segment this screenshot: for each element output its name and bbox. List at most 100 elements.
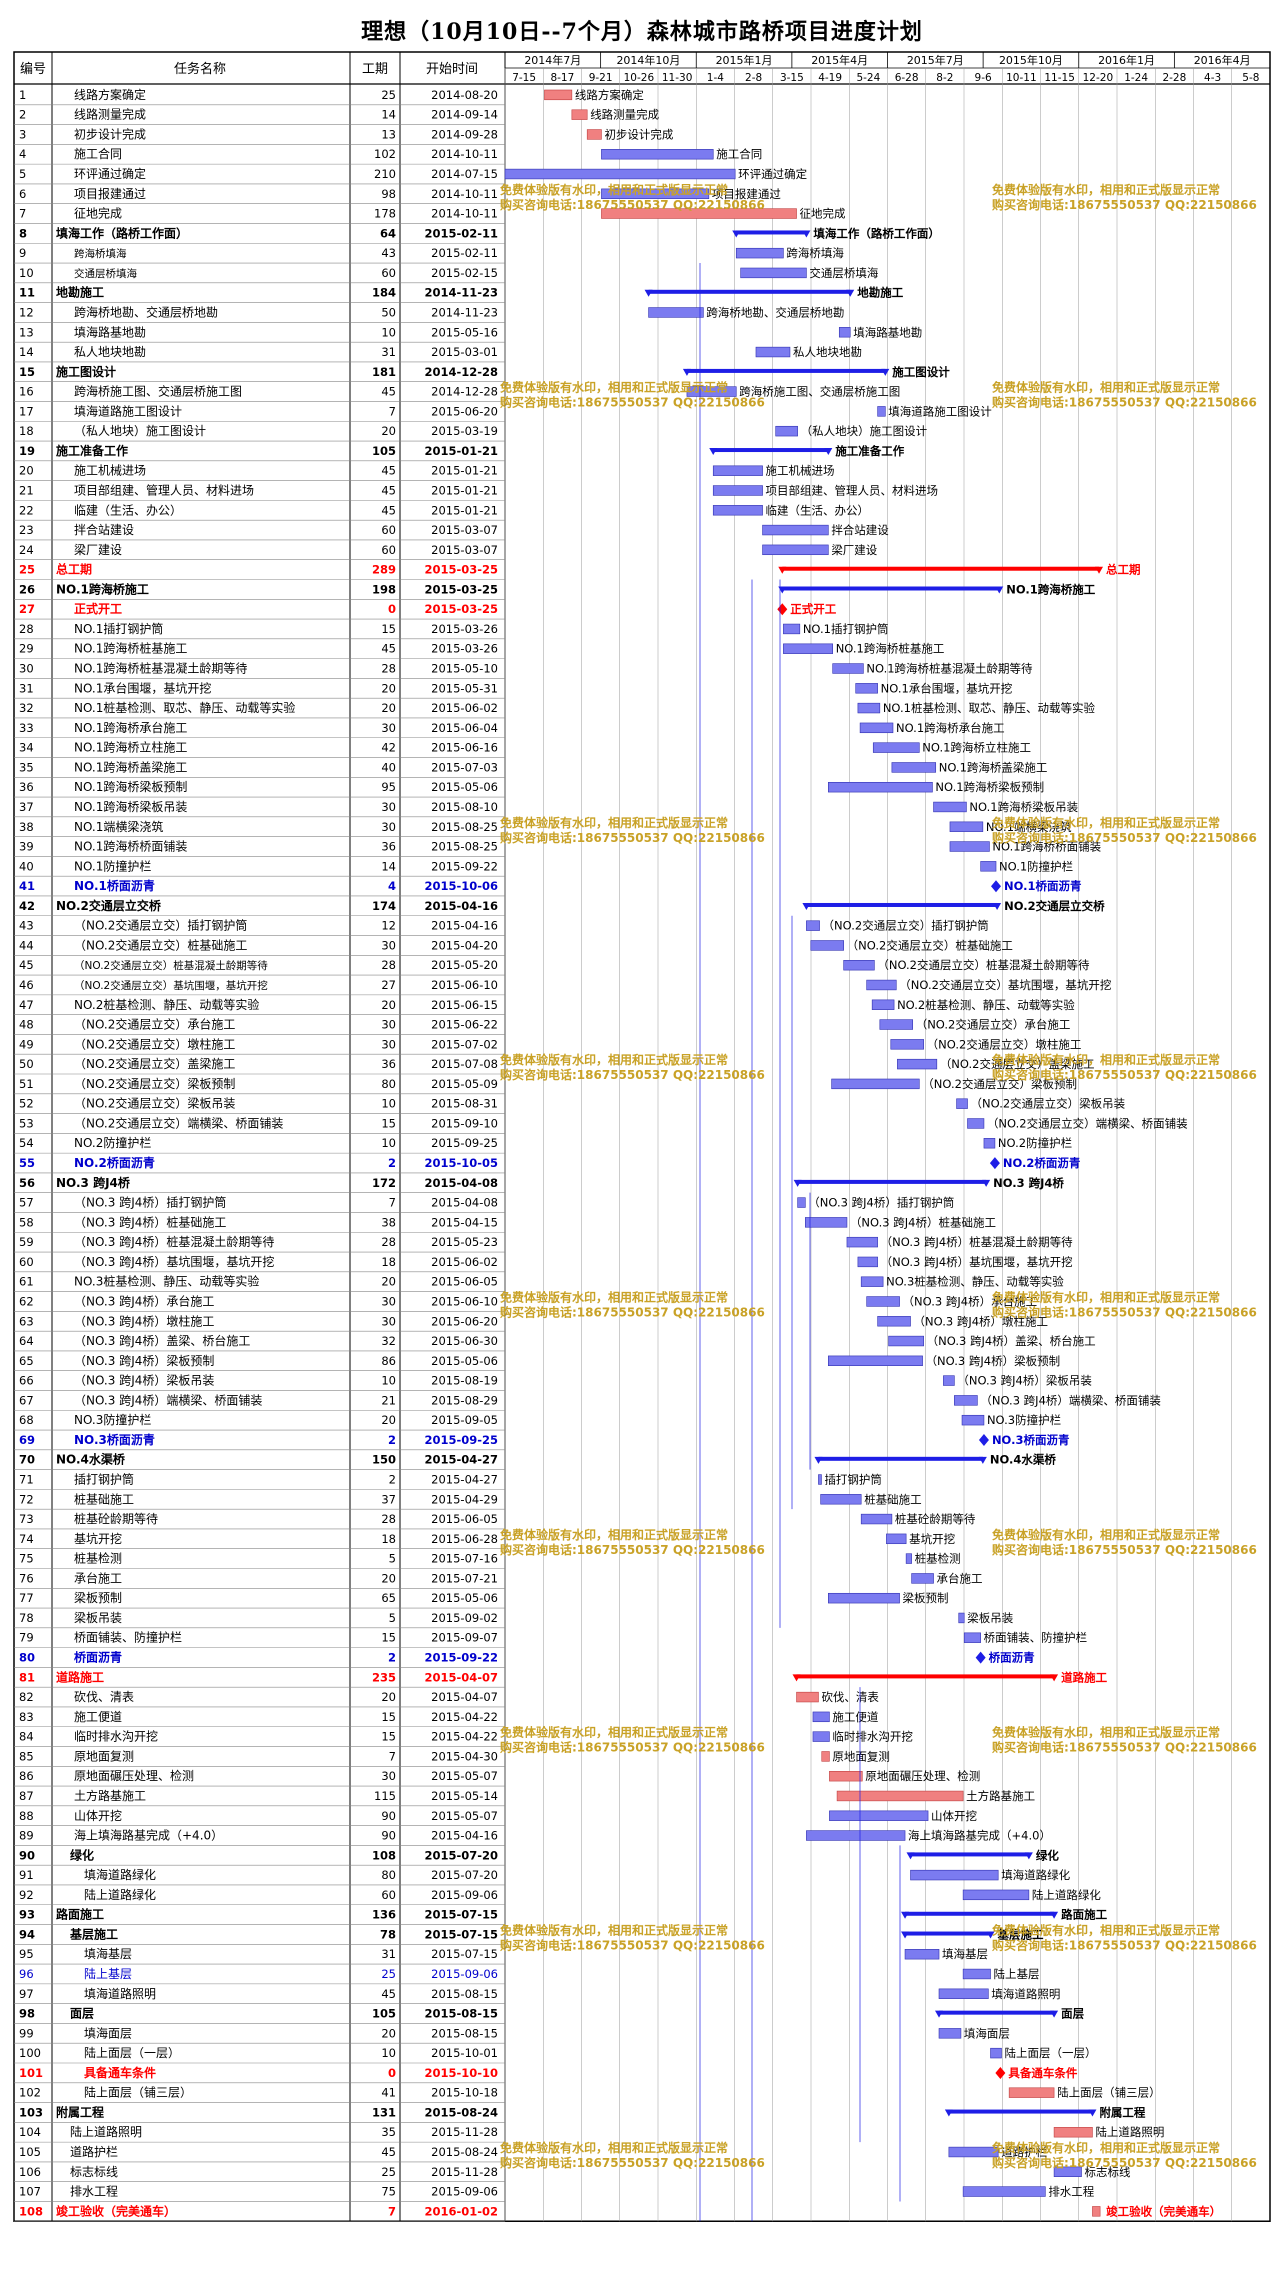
task-duration: 20: [381, 1571, 396, 1585]
gantt-bar-label: （NO.3 跨J4桥）桩基混凝土龄期等待: [881, 1235, 1074, 1249]
task-start: 2015-01-21: [431, 503, 498, 517]
task-id: 65: [19, 1354, 34, 1368]
task-duration: 20: [381, 701, 396, 715]
gantt-bar: [886, 1533, 907, 1545]
task-id: 25: [19, 563, 35, 577]
task-start: 2015-04-16: [431, 919, 498, 933]
task-duration: 36: [381, 1057, 396, 1071]
timeline-tick-label: 7-15: [512, 72, 536, 84]
task-start: 2015-09-07: [431, 1631, 498, 1645]
task-id: 6: [19, 187, 26, 201]
task-start: 2015-05-07: [431, 1809, 498, 1823]
task-start: 2015-07-16: [431, 1552, 498, 1566]
task-start: 2015-03-25: [424, 582, 498, 596]
gantt-bar: [933, 801, 967, 813]
task-duration: 131: [372, 2105, 396, 2119]
task-duration: 20: [381, 1275, 396, 1289]
task-start: 2015-08-24: [424, 2105, 498, 2119]
task-duration: 35: [381, 2125, 396, 2139]
gantt-bar-label: 桩基础施工: [864, 1492, 922, 1506]
gantt-summary-bar: [797, 1179, 987, 1184]
task-id: 94: [19, 1927, 35, 1941]
gantt-summary-bar: [905, 1911, 1055, 1916]
task-duration: 172: [372, 1176, 396, 1190]
gantt-bar-label: 填海道路绿化: [1001, 1868, 1070, 1882]
task-id: 16: [19, 385, 34, 399]
timeline-period-label: 2014年10月: [616, 53, 680, 67]
watermark-text: 购买咨询电话:18675550537 QQ:22150866: [992, 1067, 1257, 1082]
task-id: 24: [19, 543, 34, 557]
gantt-summary-bar: [736, 230, 807, 235]
gantt-bar-label: 山体开挖: [931, 1809, 977, 1823]
task-start: 2015-03-26: [431, 642, 498, 656]
gantt-bar: [846, 1236, 878, 1248]
watermark-text: 免费体验版有水印，相用和正式版显示正常: [992, 1725, 1220, 1740]
gantt-bar: [857, 1256, 878, 1268]
task-name: 桩基础施工: [74, 1491, 134, 1506]
gantt-bar-label: 梁厂建设: [831, 543, 877, 557]
task-id: 85: [19, 1749, 34, 1763]
task-start: 2015-04-27: [431, 1472, 498, 1486]
task-duration: 20: [381, 1690, 396, 1704]
gantt-bar: [871, 999, 895, 1010]
task-duration: 30: [381, 1769, 396, 1783]
task-duration: 198: [372, 582, 396, 596]
task-duration: 115: [374, 1789, 396, 1803]
gantt-summary-bar: [905, 1931, 991, 1936]
watermark-text: 免费体验版有水印，相用和正式版显示正常: [500, 1052, 728, 1067]
gantt-bar: [954, 1395, 978, 1406]
task-name: NO.1跨海桥盖梁施工: [74, 759, 187, 774]
gantt-bar: [712, 505, 763, 516]
gantt-bar-label: NO.1桥面沥青: [1004, 879, 1082, 893]
task-duration: 2: [389, 1472, 396, 1486]
task-name: 征地完成: [74, 206, 122, 221]
watermark-text: 免费体验版有水印，相用和正式版显示正常: [992, 1052, 1220, 1067]
gantt-bar: [832, 663, 864, 674]
task-id: 60: [19, 1255, 34, 1269]
gantt-bar-label: （NO.3 跨J4桥）梁板吊装: [957, 1374, 1092, 1388]
gantt-bar: [755, 346, 791, 358]
task-duration: 289: [372, 563, 396, 577]
task-duration: 15: [381, 1116, 396, 1130]
task-name: NO.1跨海桥承台施工: [74, 720, 187, 735]
task-id: 95: [19, 1947, 34, 1961]
gantt-bar: [962, 2186, 1046, 2197]
gantt-milestone: [991, 880, 1002, 893]
task-name: NO.2桥面沥青: [74, 1155, 155, 1170]
gantt-bar: [980, 861, 997, 872]
task-duration: 64: [380, 226, 396, 240]
task-name: NO.1桥面沥青: [74, 878, 155, 893]
task-name: 填海道路施工图设计: [74, 403, 182, 418]
gantt-bar: [812, 1711, 830, 1723]
task-id: 103: [19, 2105, 43, 2119]
watermark-text: 免费体验版有水印，相用和正式版显示正常: [500, 1923, 728, 1938]
task-duration: 30: [381, 721, 396, 735]
task-name: 桥面铺装、防撞护栏: [74, 1630, 182, 1645]
task-duration: 0: [388, 2066, 396, 2080]
task-duration: 15: [381, 1710, 396, 1724]
task-name: 交通层桥填海: [74, 267, 137, 280]
gantt-bar-label: 临时排水沟开挖: [832, 1730, 913, 1744]
task-name: 初步设计完成: [74, 126, 146, 141]
gantt-bar: [818, 1474, 822, 1485]
task-id: 92: [19, 1888, 34, 1902]
task-start: 2015-08-25: [431, 840, 498, 854]
task-id: 72: [19, 1492, 34, 1506]
task-duration: 4: [388, 879, 396, 893]
task-name: NO.3桩基检测、静压、动载等实验: [74, 1274, 259, 1289]
task-start: 2015-08-15: [424, 2007, 498, 2021]
gantt-bar: [740, 267, 807, 279]
task-start: 2015-06-20: [431, 1314, 498, 1328]
task-start: 2015-01-21: [431, 483, 498, 497]
gantt-summary-bar: [782, 586, 1000, 591]
gantt-bar-label: （NO.2交通层立交）端横梁、桥面铺装: [987, 1116, 1188, 1130]
task-start: 2015-11-28: [431, 2125, 498, 2139]
gantt-bar: [859, 722, 894, 734]
task-name: 道路施工: [56, 1669, 104, 1684]
task-duration: 32: [381, 1334, 396, 1348]
task-start: 2015-05-23: [431, 1235, 498, 1249]
gantt-bar: [810, 940, 844, 951]
gantt-bar-label: （NO.3 跨J4桥）插打钢护筒: [808, 1196, 954, 1210]
task-id: 45: [19, 958, 34, 972]
gantt-bar: [956, 1098, 968, 1109]
